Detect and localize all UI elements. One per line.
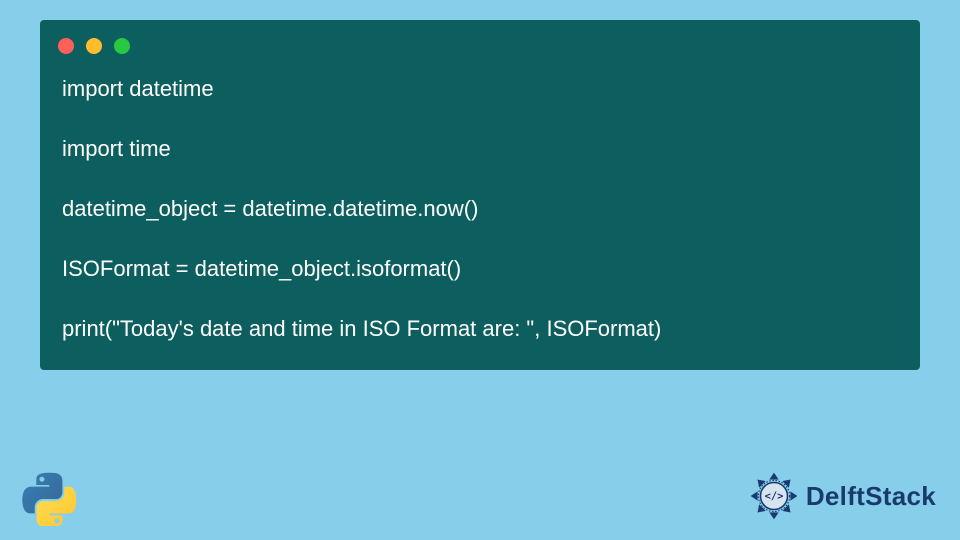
code-line: ISOFormat = datetime_object.isoformat() <box>62 254 898 284</box>
svg-text:</>: </> <box>764 491 783 503</box>
delftstack-label: DelftStack <box>806 481 936 512</box>
close-icon <box>58 38 74 54</box>
code-line: import datetime <box>62 74 898 104</box>
code-line <box>62 224 898 254</box>
code-line: import time <box>62 134 898 164</box>
maximize-icon <box>114 38 130 54</box>
window-traffic-lights <box>40 20 920 62</box>
delftstack-emblem-icon: </> <box>748 470 800 522</box>
delftstack-brand: </> DelftStack <box>748 470 936 522</box>
code-line <box>62 104 898 134</box>
code-line: print("Today's date and time in ISO Form… <box>62 314 898 344</box>
code-window: import datetime import time datetime_obj… <box>40 20 920 370</box>
code-line <box>62 164 898 194</box>
python-logo-icon <box>22 472 76 526</box>
minimize-icon <box>86 38 102 54</box>
code-body: import datetime import time datetime_obj… <box>40 62 920 352</box>
code-line <box>62 284 898 314</box>
code-line: datetime_object = datetime.datetime.now(… <box>62 194 898 224</box>
